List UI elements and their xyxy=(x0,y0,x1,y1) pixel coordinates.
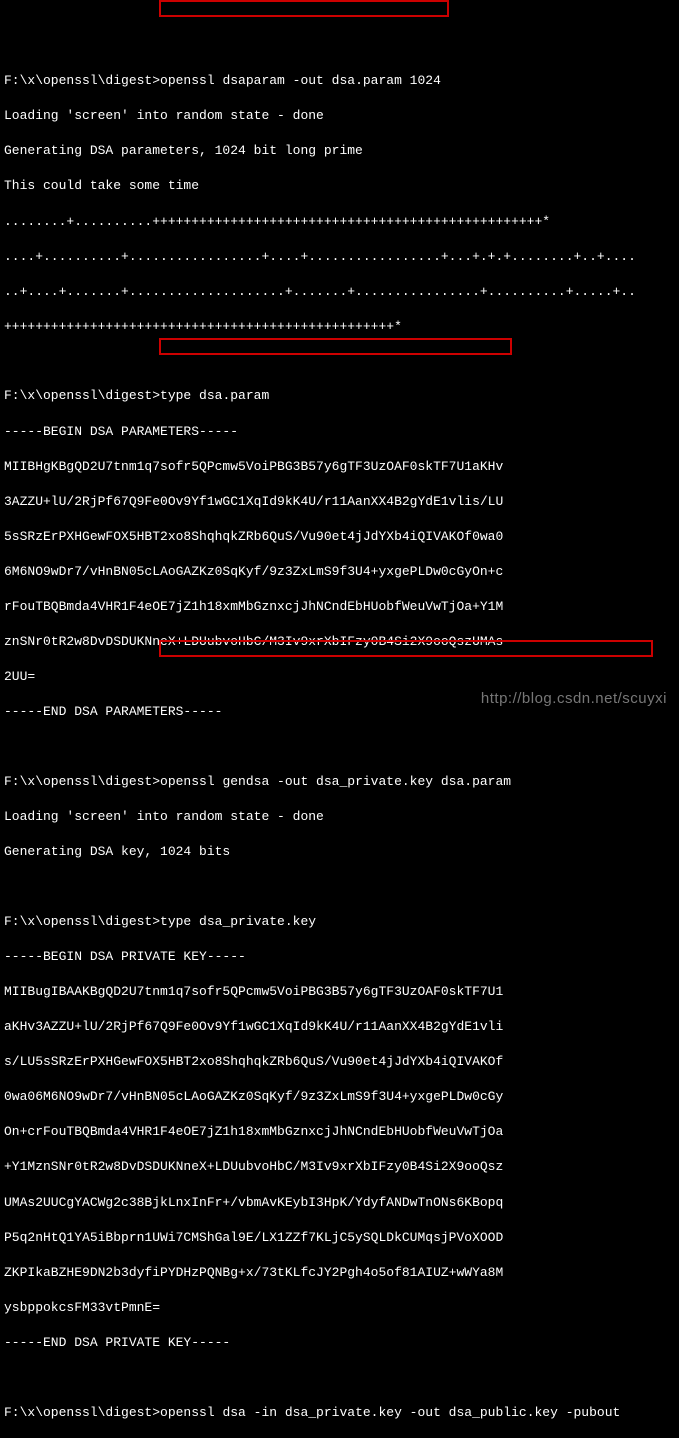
prompt: F:\x\openssl\digest> xyxy=(4,388,160,403)
output-line: ++++++++++++++++++++++++++++++++++++++++… xyxy=(4,318,675,336)
priv-data: s/LU5sSRzErPXHGewFOX5HBT2xo8ShqhqkZRb6Qu… xyxy=(4,1053,675,1071)
priv-data: MIIBugIBAAKBgQD2U7tnm1q7sofr5QPcmw5VoiPB… xyxy=(4,983,675,1001)
prompt: F:\x\openssl\digest> xyxy=(4,1405,160,1420)
prompt: F:\x\openssl\digest> xyxy=(4,73,160,88)
priv-data: aKHv3AZZU+lU/2RjPf67Q9Fe0Ov9Yf1wGC1XqId9… xyxy=(4,1018,675,1036)
command-2: type dsa.param xyxy=(160,388,269,403)
param-data: 3AZZU+lU/2RjPf67Q9Fe0Ov9Yf1wGC1XqId9kK4U… xyxy=(4,493,675,511)
param-data: MIIBHgKBgQD2U7tnm1q7sofr5QPcmw5VoiPBG3B5… xyxy=(4,458,675,476)
output-line: ........+..........+++++++++++++++++++++… xyxy=(4,213,675,231)
command-5: openssl dsa -in dsa_private.key -out dsa… xyxy=(160,1405,620,1420)
output-line: ..+....+.......+....................+...… xyxy=(4,283,675,301)
watermark: http://blog.csdn.net/scuyxi xyxy=(481,689,667,709)
priv-data: +Y1MznSNr0tR2w8DvDSDUKNneX+LDUubvoHbC/M3… xyxy=(4,1158,675,1176)
command-4: type dsa_private.key xyxy=(160,914,316,929)
command-1: openssl dsaparam -out dsa.param 1024 xyxy=(160,73,441,88)
priv-begin: -----BEGIN DSA PRIVATE KEY----- xyxy=(4,948,675,966)
output-line: Loading 'screen' into random state - don… xyxy=(4,808,675,826)
param-data: 2UU= xyxy=(4,668,675,686)
output-line: Generating DSA parameters, 1024 bit long… xyxy=(4,142,675,160)
priv-data: P5q2nHtQ1YA5iBbprn1UWi7CMShGal9E/LX1ZZf7… xyxy=(4,1229,675,1247)
terminal-line: F:\x\openssl\digest>type dsa_private.key xyxy=(4,913,675,931)
priv-data: On+crFouTBQBmda4VHR1F4eOE7jZ1h18xmMbGznx… xyxy=(4,1123,675,1141)
blank-line xyxy=(4,1369,675,1386)
param-begin: -----BEGIN DSA PARAMETERS----- xyxy=(4,423,675,441)
output-line: Loading 'screen' into random state - don… xyxy=(4,107,675,125)
prompt: F:\x\openssl\digest> xyxy=(4,914,160,929)
param-data: rFouTBQBmda4VHR1F4eOE7jZ1h18xmMbGznxcjJh… xyxy=(4,598,675,616)
priv-end: -----END DSA PRIVATE KEY----- xyxy=(4,1334,675,1352)
terminal-line: F:\x\openssl\digest>openssl dsaparam -ou… xyxy=(4,72,675,90)
blank-line xyxy=(4,738,675,755)
param-data: 5sSRzErPXHGewFOX5HBT2xo8ShqhqkZRb6QuS/Vu… xyxy=(4,528,675,546)
blank-line xyxy=(4,353,675,370)
param-data: znSNr0tR2w8DvDSDUKNneX+LDUubvoHbC/M3Iv9x… xyxy=(4,633,675,651)
priv-data: ZKPIkaBZHE9DN2b3dyfiPYDHzPQNBg+x/73tKLfc… xyxy=(4,1264,675,1282)
blank-line xyxy=(4,878,675,895)
output-line: This could take some time xyxy=(4,177,675,195)
terminal-line: F:\x\openssl\digest>type dsa.param xyxy=(4,387,675,405)
param-data: 6M6NO9wDr7/vHnBN05cLAoGAZKz0SqKyf/9z3ZxL… xyxy=(4,563,675,581)
output-line: Generating DSA key, 1024 bits xyxy=(4,843,675,861)
priv-data: 0wa06M6NO9wDr7/vHnBN05cLAoGAZKz0SqKyf/9z… xyxy=(4,1088,675,1106)
command-3: openssl gendsa -out dsa_private.key dsa.… xyxy=(160,774,511,789)
output-line: ....+..........+.................+....+.… xyxy=(4,248,675,266)
priv-data: ysbppokcsFM33vtPmnE= xyxy=(4,1299,675,1317)
priv-data: UMAs2UUCgYACWg2c38BjkLnxInFr+/vbmAvKEybI… xyxy=(4,1194,675,1212)
prompt: F:\x\openssl\digest> xyxy=(4,774,160,789)
highlight-box-1 xyxy=(159,0,449,17)
terminal-line: F:\x\openssl\digest>openssl gendsa -out … xyxy=(4,773,675,791)
terminal-line: F:\x\openssl\digest>openssl dsa -in dsa_… xyxy=(4,1404,675,1422)
